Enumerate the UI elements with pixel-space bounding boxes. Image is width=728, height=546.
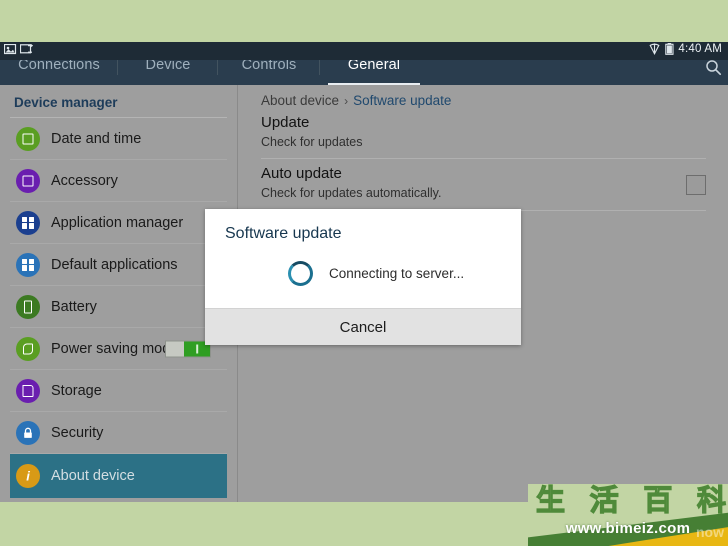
- page-background-top: [0, 0, 728, 42]
- dialog-message: Connecting to server...: [329, 266, 465, 281]
- watermark-ghost-text: now: [696, 524, 724, 540]
- software-update-dialog: Software update Connecting to server... …: [205, 209, 521, 345]
- info-icon: i: [16, 464, 40, 488]
- watermark-char-2: 活: [589, 484, 619, 517]
- breadcrumb: About device › Software update: [261, 85, 706, 108]
- sidebar-item-date-and-time[interactable]: Date and time: [10, 118, 227, 160]
- watermark-char-1: 生: [535, 484, 566, 517]
- auto-update-checkbox[interactable]: [686, 174, 706, 195]
- sidebar-item-power-saving-mode[interactable]: Power saving mode: [10, 328, 227, 370]
- site-watermark: 生 活 百 科 www.bimeiz.com now: [528, 484, 728, 546]
- dialog-body: Connecting to server...: [205, 253, 521, 308]
- dialog-title: Software update: [225, 225, 342, 242]
- app-check-icon: [16, 252, 40, 277]
- row-update-subtitle: Check for updates: [261, 134, 363, 149]
- sidebar-item-label: Date and time: [51, 130, 142, 147]
- status-clock: 4:40 AM: [678, 43, 722, 55]
- sd-card-icon: [16, 378, 40, 403]
- watermark-chinese-title: 生 活 百 科: [535, 484, 726, 517]
- sidebar-item-accessory[interactable]: Accessory: [10, 160, 227, 202]
- sidebar-item-label: Default applications: [51, 256, 178, 273]
- breadcrumb-current: Software update: [353, 93, 452, 108]
- sidebar-item-about-device[interactable]: i About device: [10, 454, 227, 498]
- sidebar-item-label: Application manager: [51, 214, 184, 231]
- sidebar-item-label: Battery: [51, 298, 97, 315]
- loading-spinner-icon: [288, 261, 313, 286]
- chevron-right-icon: ›: [344, 94, 349, 108]
- battery-icon: [16, 294, 40, 319]
- sidebar-item-label: Power saving mode: [51, 340, 179, 357]
- leaf-icon: [16, 336, 40, 361]
- status-notification-icons: [4, 44, 33, 55]
- sidebar-section-title: Device manager: [10, 85, 227, 118]
- sync-icon: [20, 44, 33, 54]
- android-status-bar: 4:40 AM: [0, 42, 728, 60]
- cancel-button[interactable]: Cancel: [334, 318, 393, 337]
- sidebar-item-default-applications[interactable]: Default applications: [10, 244, 227, 286]
- dialog-footer: Cancel: [205, 308, 521, 345]
- sidebar-item-application-manager[interactable]: Application manager: [10, 202, 227, 244]
- sidebar-item-label: Security: [51, 424, 104, 441]
- app-grid-icon: [16, 210, 40, 235]
- row-auto-update-subtitle: Check for updates automatically.: [261, 186, 442, 201]
- watermark-char-4: 科: [696, 484, 726, 517]
- settings-sidebar: Device manager Date and time Accessory A…: [0, 85, 238, 502]
- sidebar-item-security[interactable]: Security: [10, 412, 227, 454]
- device-screenshot: 4:40 AM Connections Device Controls Gene…: [0, 0, 728, 546]
- watermark-char-3: 百: [643, 484, 673, 517]
- status-system-icons: 4:40 AM: [648, 43, 722, 55]
- row-auto-update[interactable]: Auto update Check for updates automatica…: [261, 159, 706, 211]
- row-auto-update-title: Auto update: [261, 165, 342, 183]
- sidebar-item-storage[interactable]: Storage: [10, 370, 227, 412]
- row-update[interactable]: Update Check for updates: [261, 108, 706, 160]
- breadcrumb-parent[interactable]: About device: [261, 93, 339, 108]
- sidebar-item-label: Accessory: [51, 172, 118, 189]
- sidebar-item-battery[interactable]: Battery: [10, 286, 227, 328]
- battery-icon: [665, 43, 674, 55]
- sidebar-item-label: About device: [51, 468, 135, 484]
- screenshot-icon: [4, 44, 17, 55]
- lock-icon: [16, 420, 40, 445]
- sidebar-item-label: Storage: [51, 382, 102, 399]
- clock-calendar-icon: [16, 126, 40, 151]
- accessory-icon: [16, 168, 40, 193]
- row-update-title: Update: [261, 114, 310, 131]
- wifi-icon: [649, 43, 660, 55]
- search-icon[interactable]: [705, 59, 722, 76]
